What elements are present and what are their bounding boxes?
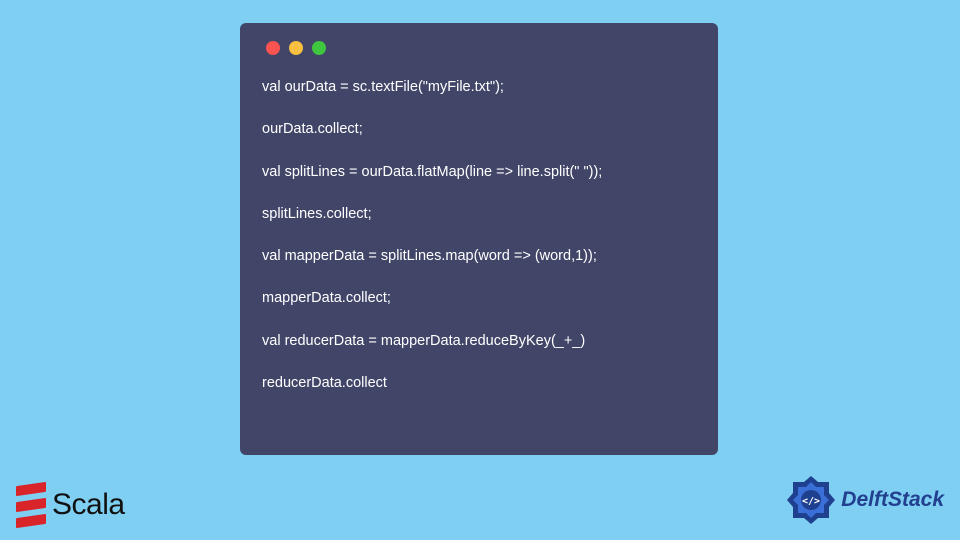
minimize-icon <box>289 41 303 55</box>
maximize-icon <box>312 41 326 55</box>
code-line: mapperData.collect; <box>262 288 696 308</box>
svg-text:</>: </> <box>802 496 820 507</box>
code-line: reducerData.collect <box>262 373 696 393</box>
delftstack-logo-text: DelftStack <box>841 488 944 512</box>
scala-logo-icon <box>16 482 46 528</box>
code-card: val ourData = sc.textFile("myFile.txt");… <box>240 23 718 455</box>
close-icon <box>266 41 280 55</box>
code-line: val reducerData = mapperData.reduceByKey… <box>262 331 696 351</box>
code-line: val ourData = sc.textFile("myFile.txt"); <box>262 77 696 97</box>
code-line: splitLines.collect; <box>262 204 696 224</box>
code-line: val splitLines = ourData.flatMap(line =>… <box>262 162 696 182</box>
code-line: ourData.collect; <box>262 119 696 139</box>
delftstack-logo: </> DelftStack <box>785 474 944 526</box>
code-line: val mapperData = splitLines.map(word => … <box>262 246 696 266</box>
code-block: val ourData = sc.textFile("myFile.txt");… <box>262 77 696 393</box>
window-controls <box>266 41 696 55</box>
delftstack-logo-icon: </> <box>785 474 837 526</box>
scala-logo: Scala <box>16 484 125 526</box>
scala-logo-text: Scala <box>52 488 125 522</box>
